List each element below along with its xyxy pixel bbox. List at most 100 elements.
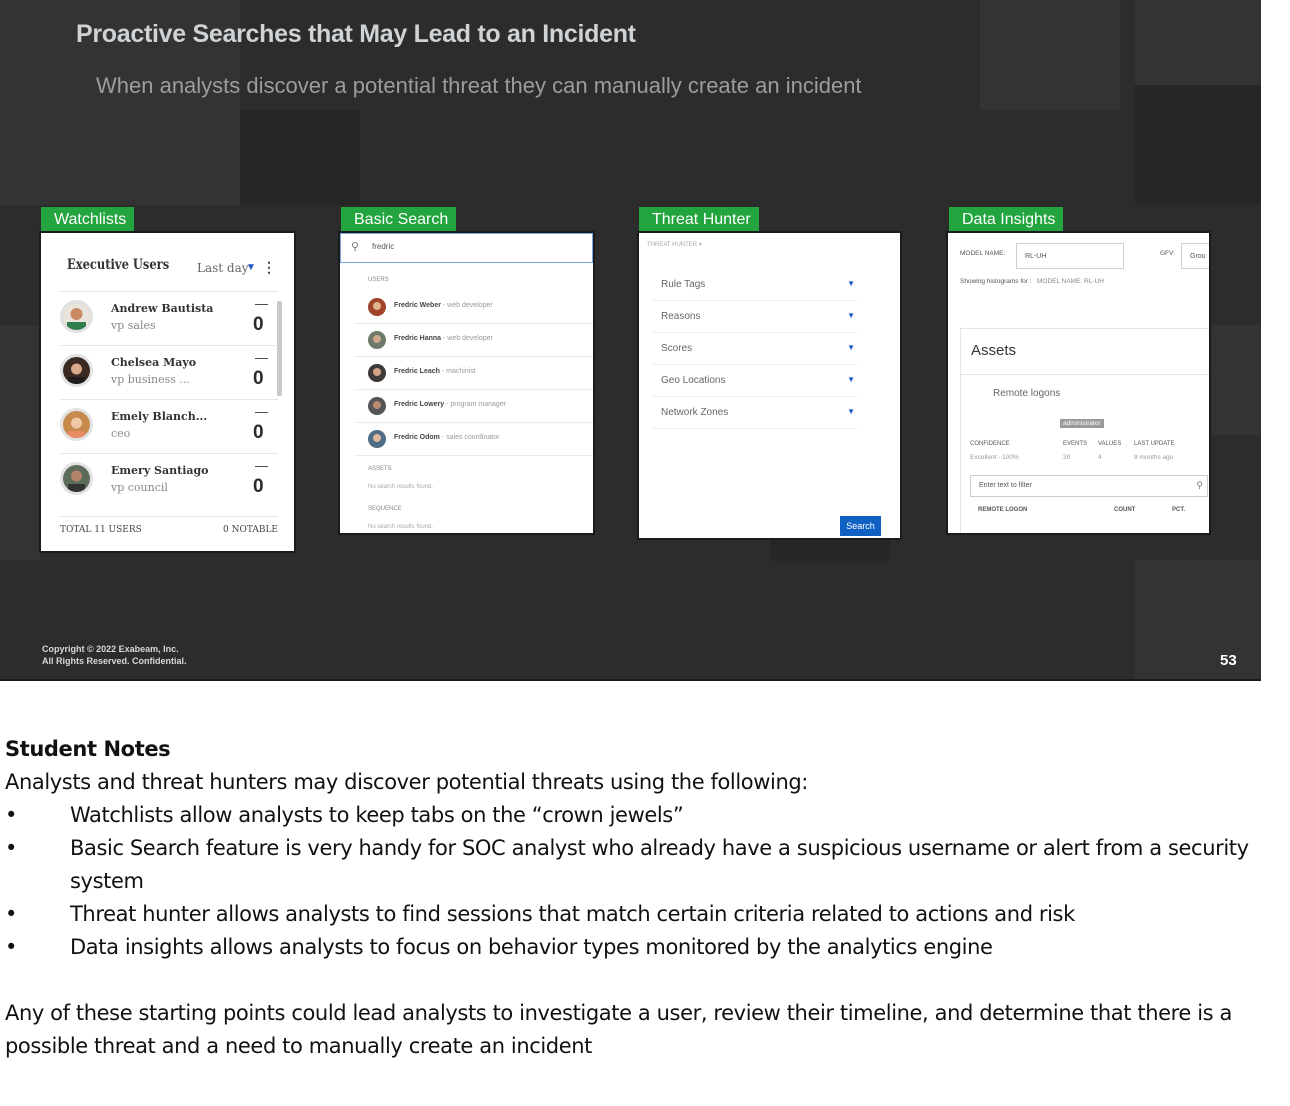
col-count: COUNT bbox=[1114, 507, 1136, 513]
user-name: Emery Santiago bbox=[111, 464, 209, 477]
filter-geo-locations[interactable]: Geo Locations ▼ bbox=[653, 365, 857, 397]
threat-hunter-menu[interactable]: THREAT HUNTER ▾ bbox=[647, 241, 702, 248]
avatar bbox=[368, 430, 386, 448]
gfv-label: GFV: bbox=[1160, 250, 1175, 257]
confidence-value: Excellent - 100% bbox=[970, 454, 1019, 461]
notes-closing: Any of these starting points could lead … bbox=[5, 1001, 1232, 1058]
model-name-label: MODEL NAME: bbox=[960, 250, 1006, 257]
remote-logons-title: Remote logons bbox=[993, 388, 1061, 399]
search-result-row[interactable]: Fredric Hanna - web developer bbox=[354, 324, 593, 357]
user-role: vp business ... bbox=[111, 373, 190, 386]
student-notes: Student Notes Analysts and threat hunter… bbox=[5, 733, 1285, 1063]
notable-count: 0 NOTABLE bbox=[222, 525, 278, 535]
score-change: — bbox=[255, 458, 268, 473]
filter-reasons[interactable]: Reasons ▼ bbox=[653, 301, 857, 333]
user-name: Chelsea Mayo bbox=[111, 356, 197, 369]
filter-label: Network Zones bbox=[661, 407, 729, 418]
risk-score: 0 bbox=[253, 422, 264, 443]
notes-heading: Student Notes bbox=[5, 737, 171, 761]
data-insights-card: MODEL NAME: RL-UH GFV: Grou Showing hist… bbox=[946, 231, 1211, 535]
copyright-line: All Rights Reserved. Confidential. bbox=[42, 656, 187, 666]
events-value: 39 bbox=[1063, 454, 1071, 461]
confidence-label: CONFIDENCE bbox=[970, 441, 1010, 447]
chevron-down-icon: ▼ bbox=[847, 279, 855, 288]
watchlist-user-row[interactable]: Emely Blanch... ceo — 0 bbox=[60, 399, 278, 451]
bg-tile bbox=[980, 0, 1120, 110]
time-range-select[interactable]: Last day bbox=[197, 261, 249, 275]
search-result-row[interactable]: Fredric Odom - sales coordinator bbox=[354, 423, 593, 456]
search-icon: ⚲ bbox=[351, 241, 360, 253]
histogram-caption: Showing histograms for : MODEL NAME: RL-… bbox=[960, 278, 1104, 285]
watchlist-user-row[interactable]: Andrew Bautista vp sales — 0 bbox=[60, 291, 278, 343]
user-role: ceo bbox=[111, 427, 131, 440]
notes-list-item: • Data insights allows analysts to focus … bbox=[5, 931, 1285, 964]
notes-list-item: • Basic Search feature is very handy for … bbox=[5, 832, 1285, 898]
search-result-row[interactable]: Fredric Leach - machinist bbox=[354, 357, 593, 390]
notes-list: • Watchlists allow analysts to keep tabs … bbox=[5, 799, 1285, 964]
panel-label-watchlists: Watchlists bbox=[41, 207, 135, 232]
sequence-empty-message: No search results found. bbox=[368, 524, 434, 530]
bullet: • bbox=[5, 935, 17, 959]
caret-down-icon[interactable]: ▼ bbox=[246, 262, 256, 273]
user-role: vp council bbox=[111, 481, 168, 494]
filter-network-zones[interactable]: Network Zones ▼ bbox=[653, 397, 857, 429]
filter-scores[interactable]: Scores ▼ bbox=[653, 333, 857, 365]
result-name: Fredric Lowery bbox=[394, 401, 445, 408]
bg-tile bbox=[770, 540, 890, 561]
user-tag: administrator bbox=[1060, 419, 1104, 428]
bg-tile bbox=[240, 110, 360, 205]
user-name: Emely Blanch... bbox=[111, 410, 208, 423]
more-options-icon[interactable]: ⋮ bbox=[262, 259, 276, 276]
assets-header: Assets bbox=[960, 328, 1209, 374]
user-name: Andrew Bautista bbox=[111, 302, 214, 315]
bg-tile bbox=[1135, 0, 1261, 85]
filter-label: Reasons bbox=[661, 311, 701, 322]
threat-hunter-card: THREAT HUNTER ▾ Rule Tags ▼ Reasons ▼ Scor… bbox=[637, 231, 902, 540]
filter-rule-tags[interactable]: Rule Tags ▼ bbox=[653, 269, 857, 301]
last-update-value: 9 months ago bbox=[1134, 454, 1174, 461]
risk-score: 0 bbox=[253, 476, 264, 497]
col-pct: PCT. bbox=[1172, 507, 1186, 513]
bg-tile bbox=[1135, 560, 1261, 679]
watchlists-card: Executive Users Last day ▼ ⋮ Andrew Baut… bbox=[39, 231, 296, 553]
chevron-down-icon: ▼ bbox=[847, 311, 855, 320]
slide: Proactive Searches that May Lead to an I… bbox=[0, 0, 1261, 681]
watchlist-user-row[interactable]: Emery Santiago vp council — 0 bbox=[60, 453, 278, 505]
notes-intro: Analysts and threat hunters may discover… bbox=[5, 770, 808, 794]
filter-label: Rule Tags bbox=[661, 279, 706, 290]
filter-label: Scores bbox=[661, 343, 693, 354]
bg-tile bbox=[1210, 325, 1261, 435]
result-name: Fredric Hanna bbox=[394, 335, 442, 342]
filter-input[interactable]: Enter text to filter ⚲ bbox=[970, 475, 1208, 497]
assets-section-label: ASSETS bbox=[368, 466, 392, 472]
avatar bbox=[368, 331, 386, 349]
avatar bbox=[368, 397, 386, 415]
search-input[interactable]: ⚲ fredric bbox=[340, 233, 593, 263]
bullet: • bbox=[5, 902, 17, 926]
avatar bbox=[368, 298, 386, 316]
events-label: EVENTS bbox=[1063, 441, 1088, 447]
search-result-row[interactable]: Fredric Lowery - program manager bbox=[354, 390, 593, 423]
assets-empty-message: No search results found. bbox=[368, 484, 434, 490]
search-button[interactable]: Search bbox=[840, 516, 881, 536]
copyright: Copyright © 2022 Exabeam, Inc. All Right… bbox=[42, 643, 187, 667]
bg-tile bbox=[1135, 85, 1261, 205]
assets-title: Assets bbox=[971, 342, 1017, 359]
bullet: • bbox=[5, 836, 17, 860]
bullet-text: Threat hunter allows analysts to find se… bbox=[70, 902, 1075, 926]
panel-label-data-insights: Data Insights bbox=[949, 207, 1064, 232]
gfv-select[interactable]: Grou bbox=[1181, 243, 1209, 269]
basic-search-card: ⚲ fredric USERS Fredric Weber - web deve… bbox=[338, 231, 595, 535]
watchlist-user-row[interactable]: Chelsea Mayo vp business ... — 0 bbox=[60, 345, 278, 397]
watchlist-heading: Executive Users bbox=[67, 257, 170, 273]
values-value: 4 bbox=[1098, 454, 1102, 461]
result-name: Fredric Leach bbox=[394, 368, 440, 375]
model-name-select[interactable]: RL-UH bbox=[1016, 243, 1124, 269]
copyright-line: Copyright © 2022 Exabeam, Inc. bbox=[42, 644, 179, 654]
watchlist-footer: TOTAL 11 USERS 0 NOTABLE bbox=[60, 516, 278, 535]
user-role: vp sales bbox=[111, 319, 156, 332]
search-result-row[interactable]: Fredric Weber - web developer bbox=[354, 291, 593, 324]
result-role: - web developer bbox=[441, 335, 493, 342]
filter-placeholder: Enter text to filter bbox=[979, 482, 1032, 489]
panel-label-basic-search: Basic Search bbox=[341, 207, 457, 232]
